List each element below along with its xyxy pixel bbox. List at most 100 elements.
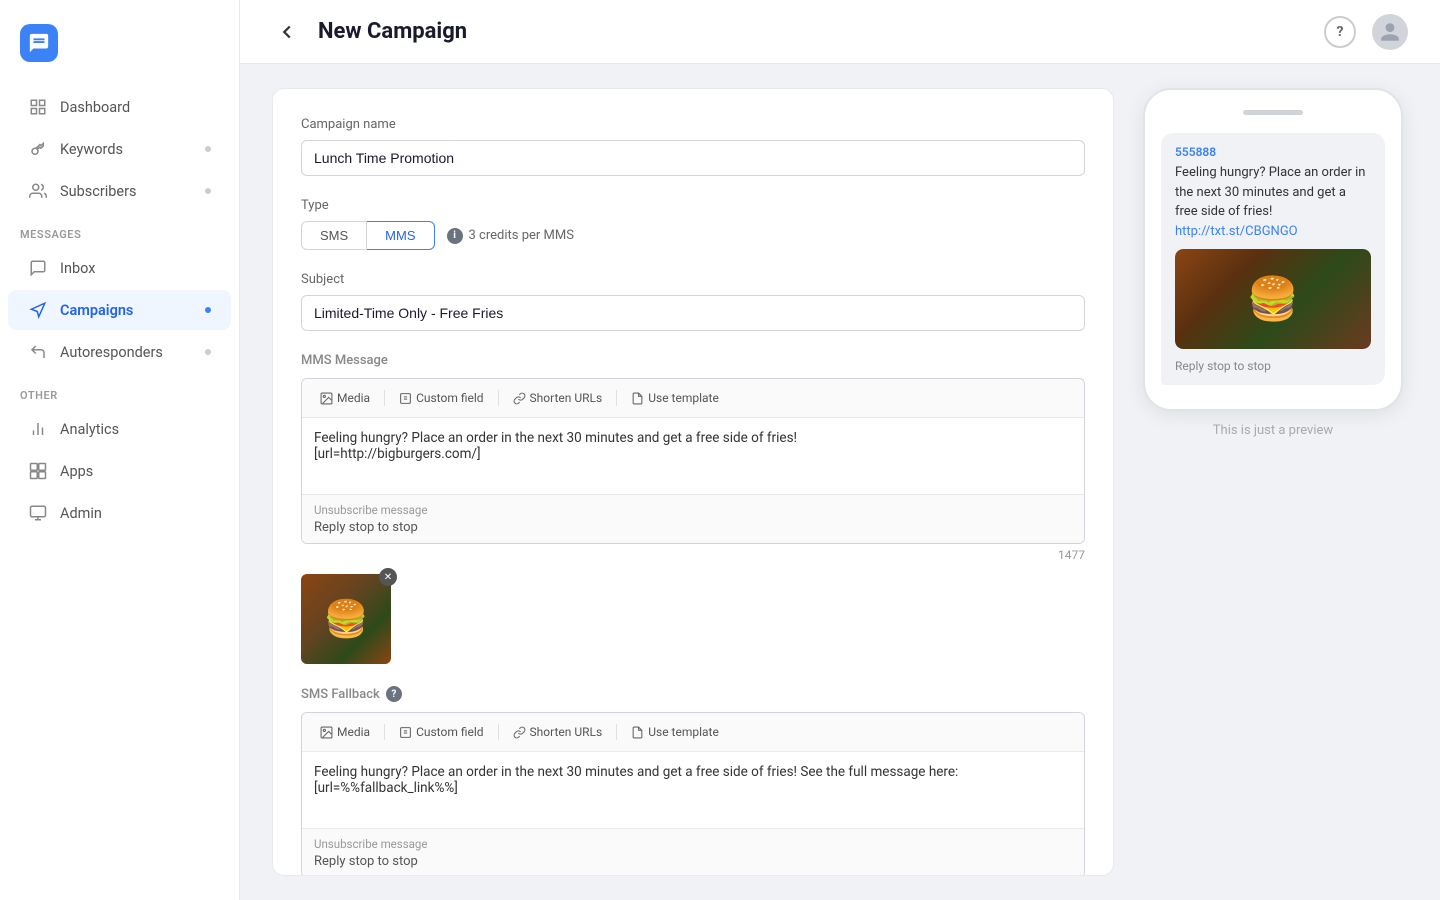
- dot-indicator: [205, 188, 211, 194]
- content-area: Campaign name Type SMS MMS i 3 credits p…: [240, 64, 1440, 900]
- shorten-urls-label: Shorten URLs: [530, 725, 603, 739]
- sidebar-item-label: Apps: [60, 463, 93, 480]
- type-info: i 3 credits per MMS: [447, 228, 574, 244]
- sidebar-item-label: Inbox: [60, 260, 95, 277]
- chart-icon: [28, 419, 48, 439]
- dot-indicator: [205, 146, 211, 152]
- megaphone-icon: [28, 300, 48, 320]
- users-icon: [28, 181, 48, 201]
- sidebar-item-label: Dashboard: [60, 99, 130, 116]
- sidebar-item-apps[interactable]: Apps: [8, 451, 231, 491]
- attachment-image: 🍔: [301, 574, 391, 664]
- apps-icon: [28, 461, 48, 481]
- unsubscribe-label: Unsubscribe message: [314, 503, 1072, 517]
- campaign-name-group: Campaign name: [301, 117, 1085, 176]
- sidebar-item-label: Campaigns: [60, 302, 133, 319]
- use-template-label: Use template: [648, 391, 719, 405]
- bubble-reply-text: Reply stop to stop: [1175, 359, 1371, 373]
- sms-toolbar: Media Custom field Shorten URLs: [302, 713, 1084, 752]
- sidebar-item-analytics[interactable]: Analytics: [8, 409, 231, 449]
- phone-mockup: 555888 Feeling hungry? Place an order in…: [1143, 88, 1403, 411]
- sms-fallback-textarea[interactable]: Feeling hungry? Place an order in the ne…: [302, 752, 1084, 824]
- preview-panel: 555888 Feeling hungry? Place an order in…: [1138, 88, 1408, 876]
- back-button[interactable]: [272, 17, 302, 47]
- sidebar-item-label: Admin: [60, 505, 102, 522]
- type-credits-text: 3 credits per MMS: [469, 228, 574, 243]
- use-template-button[interactable]: Use template: [623, 387, 727, 409]
- sms-media-button[interactable]: Media: [312, 721, 378, 743]
- user-avatar[interactable]: [1372, 14, 1408, 50]
- key-icon: [28, 139, 48, 159]
- remove-attachment-button[interactable]: ✕: [379, 568, 397, 586]
- bubble-sender: 555888: [1175, 145, 1371, 159]
- sidebar-item-admin[interactable]: Admin: [8, 493, 231, 533]
- type-row: SMS MMS i 3 credits per MMS: [301, 221, 1085, 250]
- mms-type-button[interactable]: MMS: [367, 221, 434, 250]
- custom-field-button[interactable]: Custom field: [391, 387, 491, 409]
- custom-field-label: Custom field: [416, 391, 483, 405]
- char-count: 1477: [301, 548, 1085, 562]
- sidebar-item-label: Subscribers: [60, 183, 137, 200]
- divider: [498, 390, 499, 406]
- bubble-message-text: Feeling hungry? Place an order in the ne…: [1175, 163, 1371, 241]
- sms-fallback-box: Media Custom field Shorten URLs: [301, 712, 1085, 876]
- sidebar-item-subscribers[interactable]: Subscribers: [8, 171, 231, 211]
- mms-message-group: MMS Message Media Custom field: [301, 353, 1085, 664]
- type-label: Type: [301, 198, 1085, 213]
- sidebar-item-autoresponders[interactable]: Autoresponders: [8, 332, 231, 372]
- unsubscribe-text: Reply stop to stop: [314, 520, 1072, 535]
- mms-message-box: Media Custom field Shorten URLs: [301, 378, 1085, 544]
- grid-icon: [28, 97, 48, 117]
- app-logo: [20, 24, 58, 62]
- use-template-label: Use template: [648, 725, 719, 739]
- attachment-area: 🍔 ✕: [301, 574, 391, 664]
- campaign-name-input[interactable]: [301, 140, 1085, 176]
- divider: [384, 390, 385, 406]
- sms-use-template-button[interactable]: Use template: [623, 721, 727, 743]
- inbox-icon: [28, 258, 48, 278]
- sidebar-item-dashboard[interactable]: Dashboard: [8, 87, 231, 127]
- subject-input[interactable]: [301, 295, 1085, 331]
- dot-indicator: [205, 349, 211, 355]
- preview-caption: This is just a preview: [1213, 423, 1333, 438]
- media-label: Media: [337, 391, 370, 405]
- subject-label: Subject: [301, 272, 1085, 287]
- subject-group: Subject: [301, 272, 1085, 331]
- type-buttons: SMS MMS: [301, 221, 435, 250]
- logo: [0, 16, 239, 86]
- sidebar: Dashboard Keywords Subscribers Messages …: [0, 0, 240, 900]
- sidebar-item-inbox[interactable]: Inbox: [8, 248, 231, 288]
- mms-unsubscribe-box: Unsubscribe message Reply stop to stop: [302, 494, 1084, 543]
- divider: [616, 724, 617, 740]
- divider: [384, 724, 385, 740]
- help-button[interactable]: ?: [1324, 16, 1356, 48]
- message-bubble: 555888 Feeling hungry? Place an order in…: [1161, 133, 1385, 385]
- campaign-name-label: Campaign name: [301, 117, 1085, 132]
- reply-icon: [28, 342, 48, 362]
- info-icon: i: [447, 228, 463, 244]
- shorten-urls-button[interactable]: Shorten URLs: [505, 387, 611, 409]
- top-bar-right: ?: [1324, 14, 1408, 50]
- other-section-label: Other: [0, 373, 239, 408]
- sms-fallback-group: SMS Fallback ? Media Custom field: [301, 686, 1085, 876]
- custom-field-label: Custom field: [416, 725, 483, 739]
- sms-fallback-info-icon: ?: [386, 686, 402, 702]
- dot-indicator: [205, 307, 211, 313]
- sms-type-button[interactable]: SMS: [301, 221, 367, 250]
- type-group: Type SMS MMS i 3 credits per MMS: [301, 198, 1085, 250]
- media-button[interactable]: Media: [312, 387, 378, 409]
- media-label: Media: [337, 725, 370, 739]
- bubble-url: http://txt.st/CBGNGO: [1175, 224, 1298, 239]
- phone-notch: [1243, 110, 1303, 115]
- sidebar-item-keywords[interactable]: Keywords: [8, 129, 231, 169]
- sidebar-item-campaigns[interactable]: Campaigns: [8, 290, 231, 330]
- bubble-image: 🍔: [1175, 249, 1371, 349]
- top-bar: New Campaign ?: [240, 0, 1440, 64]
- sms-custom-field-button[interactable]: Custom field: [391, 721, 491, 743]
- shorten-urls-label: Shorten URLs: [530, 391, 603, 405]
- sms-shorten-urls-button[interactable]: Shorten URLs: [505, 721, 611, 743]
- mms-toolbar: Media Custom field Shorten URLs: [302, 379, 1084, 418]
- monitor-icon: [28, 503, 48, 523]
- mms-message-label: MMS Message: [301, 353, 1085, 368]
- mms-message-textarea[interactable]: Feeling hungry? Place an order in the ne…: [302, 418, 1084, 490]
